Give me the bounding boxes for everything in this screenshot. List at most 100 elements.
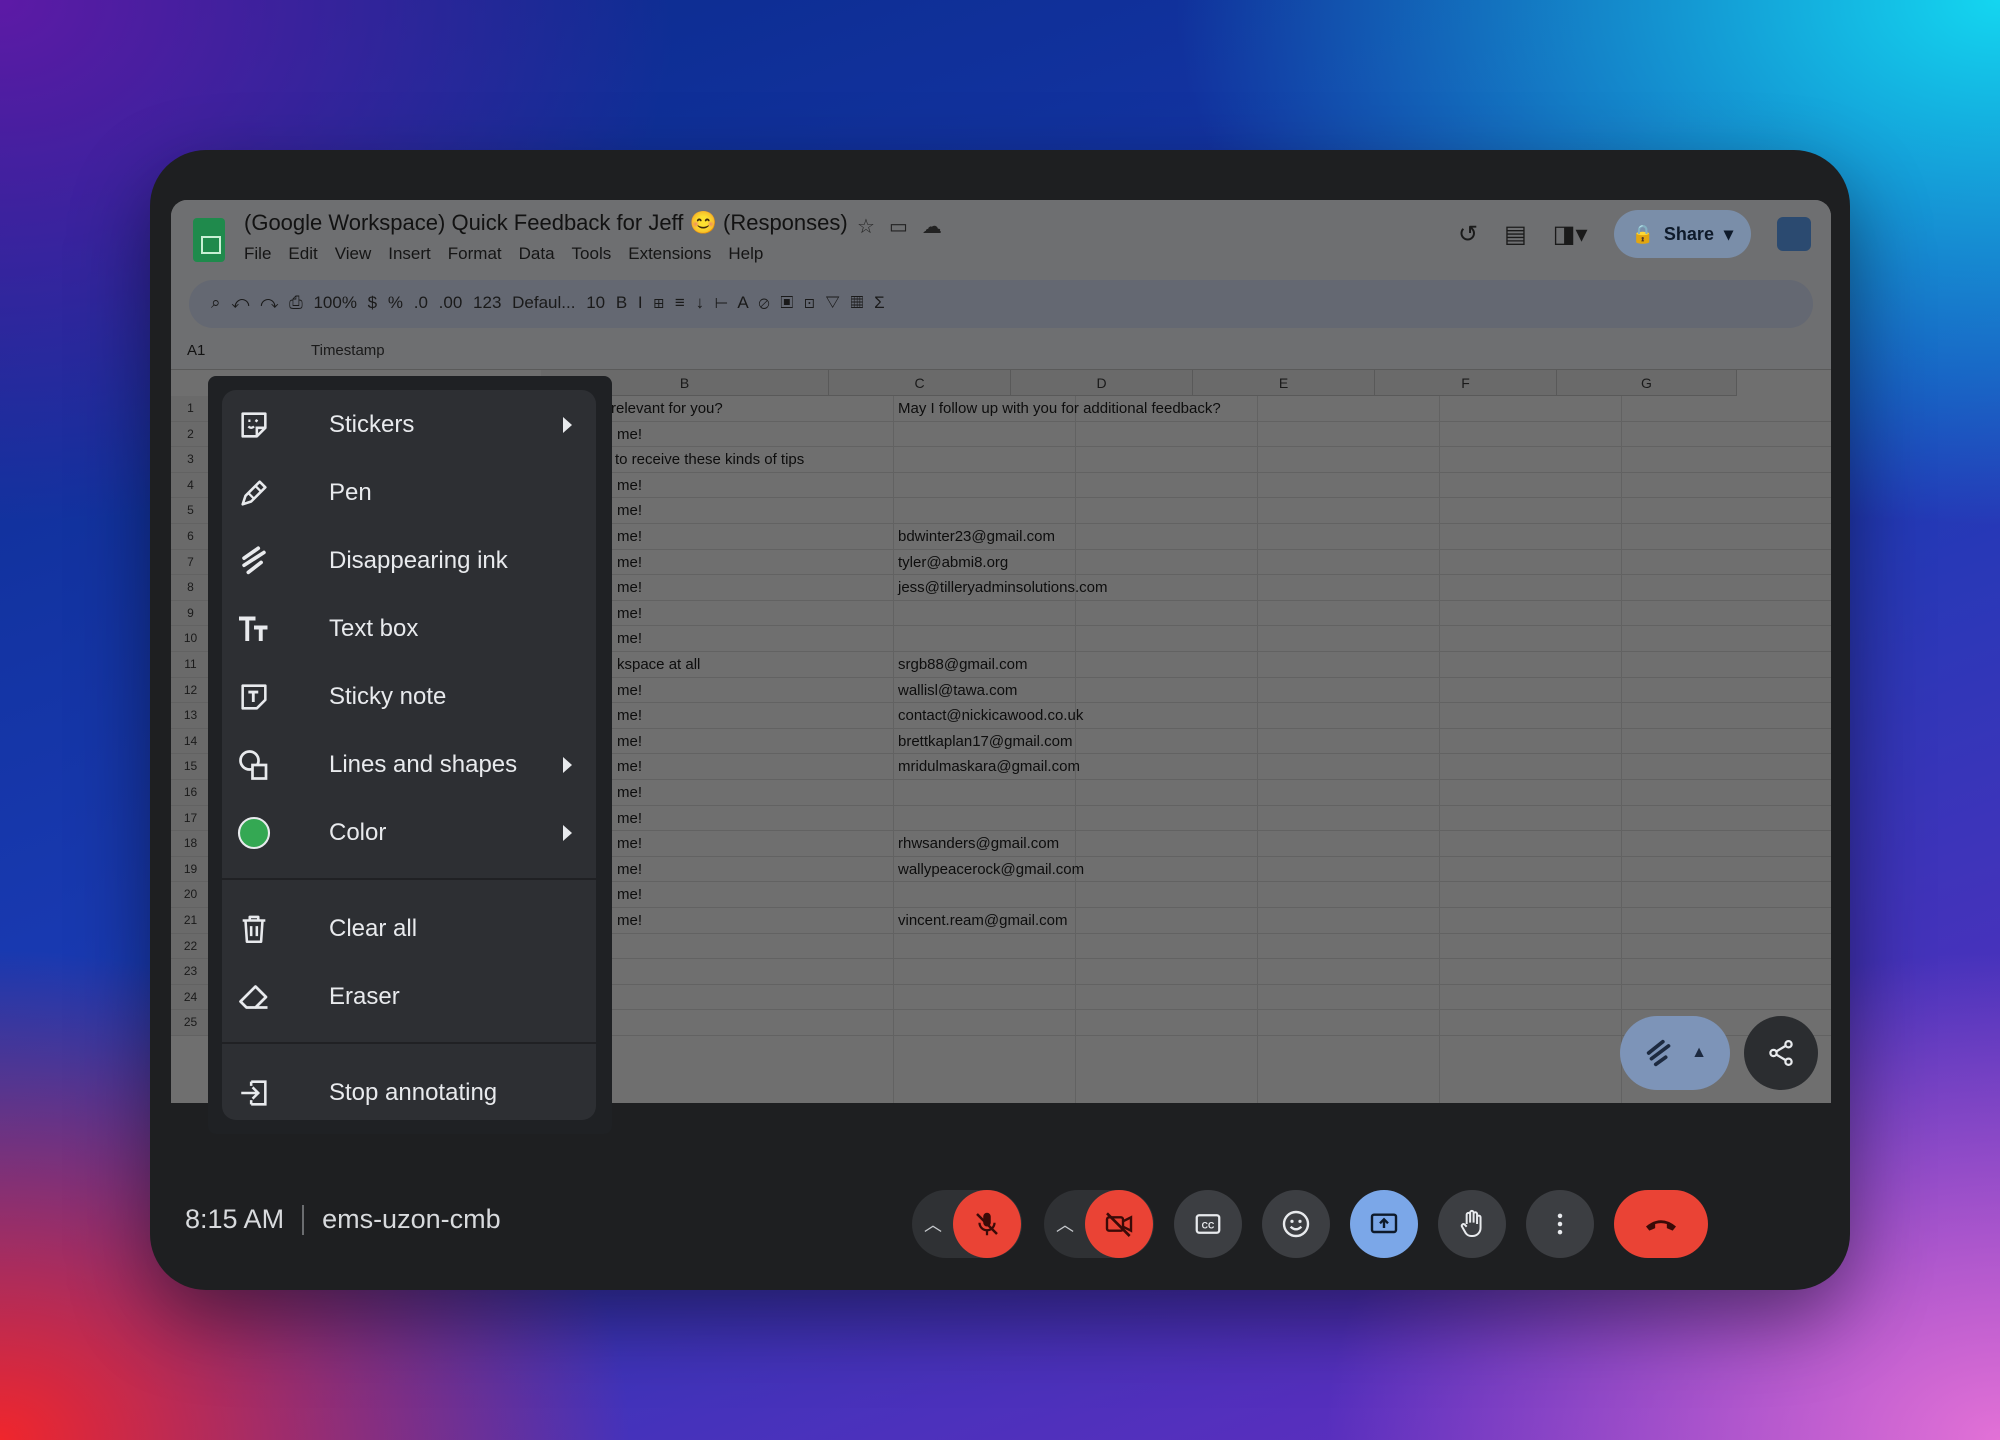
row-number: 6 (171, 524, 211, 549)
annotation-menu: Stickers Pen Disappearing ink Text box Stick… (208, 376, 612, 1134)
exit-icon (236, 1075, 272, 1111)
menu-item-stickers[interactable]: Stickers (222, 392, 596, 458)
chevron-down-icon: ▾ (1723, 223, 1733, 244)
cell-b: me! (617, 553, 643, 571)
more-tools-icon: ⊞ ≡ ↓ ⊢ A ⊘ ▣ ⊡ ▽ ▦ Σ (653, 293, 885, 312)
menu-item-stop-annotating[interactable]: Stop annotating (222, 1060, 596, 1126)
camera-off-icon (1105, 1212, 1133, 1237)
row-number: 3 (171, 447, 211, 472)
share-annotation-button[interactable] (1744, 1016, 1818, 1090)
header-cell-b: relevant for you? (611, 400, 723, 417)
row-number: 11 (171, 652, 211, 677)
cell-b: me! (617, 758, 643, 776)
menu-item-label: Lines and shapes (329, 751, 518, 778)
sheets-toolbar: ⌕ ↶ ↷ ⎙ 100% $ % .0 .00 123 Defaul... 10… (189, 280, 1813, 328)
row-number: 22 (171, 933, 211, 959)
menu-bar: File Edit View Insert Format Data Tools … (244, 244, 763, 264)
formula-bar: A1 Timestamp (171, 330, 1831, 370)
cell-b: me! (617, 681, 643, 699)
menu-item-clear-all[interactable]: Clear all (222, 896, 596, 962)
history-icon: ↺ (1457, 220, 1479, 248)
font-select: Defaul... (512, 293, 576, 312)
menu-item-color[interactable]: Color (222, 800, 596, 866)
emoji-button[interactable] (1262, 1190, 1330, 1258)
hand-icon (1460, 1210, 1482, 1237)
raise-hand-button[interactable] (1438, 1190, 1506, 1258)
lock-icon: 🔒 (1631, 223, 1654, 244)
meet-icon: ◨▾ (1552, 220, 1588, 248)
phone-hangup-icon (1646, 1220, 1676, 1231)
menu-item-label: Disappearing ink (329, 547, 508, 574)
cell-c: wallisl@tawa.com (898, 681, 1018, 699)
menu-tools: Tools (571, 244, 612, 263)
menu-item-label: Pen (329, 479, 372, 506)
shapes-icon (236, 747, 272, 783)
avatar (1777, 217, 1811, 251)
menu-insert: Insert (388, 244, 431, 263)
column-header-c: C (829, 370, 1011, 396)
share-label: Share (1663, 223, 1714, 244)
menu-item-label: Stop annotating (329, 1079, 498, 1106)
menu-item-label: Clear all (329, 915, 418, 942)
print-icon: ⎙ (289, 293, 303, 312)
disappearing-ink-icon (236, 543, 272, 579)
cell-c: contact@nickicawood.co.uk (898, 707, 1084, 725)
annotate-toggle-button[interactable]: ▲ (1620, 1016, 1730, 1090)
zoom-value: 100% (313, 293, 357, 312)
mic-off-button[interactable] (953, 1190, 1021, 1258)
row-number: 18 (171, 831, 211, 856)
menu-item-sticky-note[interactable]: Sticky note (222, 664, 596, 730)
call-info: 8:15 AM ems-uzon-cmb (185, 1204, 501, 1235)
menu-item-text-box[interactable]: Text box (222, 596, 596, 662)
sticky-note-icon (236, 679, 272, 715)
title-actions: ☆▭☁ (857, 214, 956, 239)
menu-item-lines-and-shapes[interactable]: Lines and shapes (222, 732, 596, 798)
percent-button: % (387, 293, 403, 312)
menu-item-disappearing-ink[interactable]: Disappearing ink (222, 528, 596, 594)
cell-b: me! (617, 579, 643, 597)
toolbar-items: ⌕ ↶ ↷ ⎙ 100% $ % .0 .00 123 Defaul... 10… (211, 293, 885, 313)
header-cell-c: May I follow up with you for additional … (898, 400, 1221, 417)
column-header-d: D (1011, 370, 1193, 396)
menu-item-label: Eraser (329, 983, 400, 1010)
more-options-button[interactable] (1526, 1190, 1594, 1258)
row-number: 17 (171, 805, 211, 831)
sticker-icon (236, 407, 272, 443)
color-swatch-icon (236, 815, 272, 851)
decrease-decimal-button: .0 (413, 293, 428, 312)
row-number: 21 (171, 908, 211, 933)
cell-b: me! (617, 707, 643, 725)
menu-item-pen[interactable]: Pen (222, 460, 596, 526)
row-number: 12 (171, 677, 211, 703)
menu-extensions: Extensions (628, 244, 712, 263)
row-number: 15 (171, 754, 211, 779)
currency-button: $ (367, 293, 378, 312)
sheets-logo-icon (193, 218, 225, 262)
cell-b: me! (617, 425, 643, 443)
undo-icon: ↶ (231, 293, 250, 312)
leave-call-button[interactable] (1614, 1190, 1708, 1258)
cell-b: me! (617, 476, 643, 494)
mic-control: ︿ (912, 1190, 1022, 1258)
cell-reference: A1 (187, 342, 206, 359)
menu-help: Help (728, 244, 764, 263)
italic-button: I (637, 293, 643, 312)
camera-off-button[interactable] (1085, 1190, 1153, 1258)
chevron-up-icon[interactable]: ︿ (1045, 1211, 1085, 1237)
chevron-up-icon[interactable]: ︿ (913, 1211, 953, 1237)
more-vert-icon (1557, 1213, 1563, 1235)
number-format-button: 123 (473, 293, 502, 312)
cell-b: me! (617, 886, 643, 904)
redo-icon: ↷ (260, 293, 279, 312)
cell-c: bdwinter23@gmail.com (898, 528, 1055, 545)
present-button[interactable] (1350, 1190, 1418, 1258)
cell-c: tyler@abmi8.org (898, 553, 1009, 571)
row-number: 14 (171, 728, 211, 754)
submenu-arrow-icon (563, 825, 572, 841)
text-box-icon (236, 611, 272, 647)
cell-c: brettkaplan17@gmail.com (898, 732, 1073, 750)
bold-button: B (615, 293, 628, 312)
mic-off-icon (976, 1212, 998, 1236)
menu-item-eraser[interactable]: Eraser (222, 964, 596, 1030)
captions-button[interactable]: CC (1174, 1190, 1242, 1258)
